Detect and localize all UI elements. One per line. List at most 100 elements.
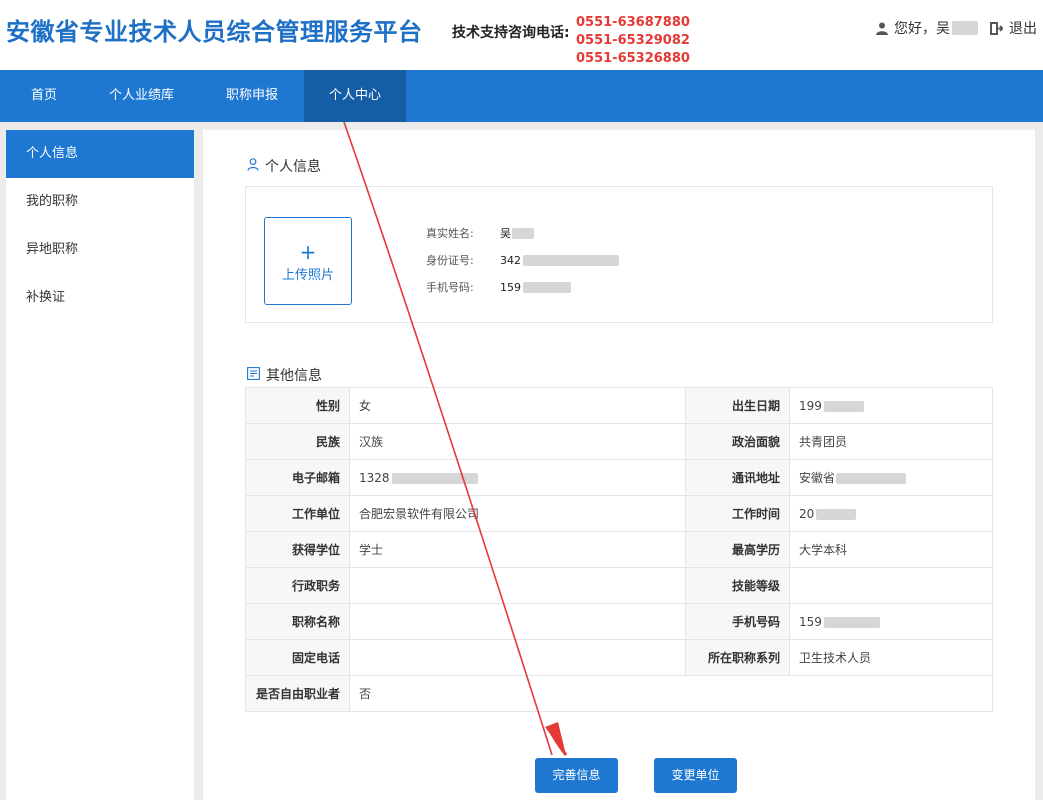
- phone-number: 0551-65326880: [576, 51, 690, 66]
- nav-home[interactable]: 首页: [0, 70, 83, 122]
- support-label: 技术支持咨询电话:: [452, 25, 570, 41]
- field-value: 20: [799, 506, 815, 521]
- field-value-cell: 安徽省: [789, 459, 993, 496]
- upload-photo-button[interactable]: + 上传照片: [264, 217, 352, 305]
- field-value: [349, 603, 686, 640]
- field-label: 手机号码:: [426, 281, 474, 294]
- field-label: 手机号码: [685, 603, 790, 640]
- other-info-header: 其他信息: [247, 365, 322, 385]
- field-value: 否: [349, 675, 993, 712]
- personal-info-header: 个人信息: [247, 156, 321, 176]
- field-value: 合肥宏景软件有限公司: [349, 495, 686, 532]
- site-title: 安徽省专业技术人员综合管理服务平台: [6, 18, 423, 46]
- person-icon: [247, 157, 259, 175]
- field-label: 政治面貌: [685, 423, 790, 460]
- nav-title-application[interactable]: 职称申报: [200, 70, 304, 122]
- nav-performance[interactable]: 个人业绩库: [83, 70, 200, 122]
- field-label: 获得学位: [245, 531, 350, 568]
- phone-number: 0551-63687880: [576, 15, 690, 30]
- document-icon: [247, 366, 260, 384]
- sidebar: 个人信息 我的职称 异地职称 补换证: [6, 130, 194, 800]
- field-value-cell: 199: [789, 387, 993, 424]
- change-unit-button[interactable]: 变更单位: [654, 758, 737, 793]
- field-value-cell: 20: [789, 495, 993, 532]
- field-label: 民族: [245, 423, 350, 460]
- redacted-value: [523, 254, 619, 266]
- table-row: 获得学位 学士 最高学历 大学本科: [245, 531, 993, 568]
- field-id-number: 身份证号: 342: [426, 252, 619, 268]
- table-row: 民族 汉族 政治面貌 共青团员: [245, 423, 993, 460]
- upload-photo-label: 上传照片: [281, 268, 334, 283]
- redacted-value: [816, 508, 857, 520]
- field-value: 安徽省: [799, 471, 836, 485]
- field-label: 最高学历: [685, 531, 790, 568]
- field-label: 电子邮箱: [245, 459, 350, 496]
- table-row: 性别 女 出生日期 199: [245, 387, 993, 424]
- sidebar-item-reissue-certificate[interactable]: 补换证: [6, 274, 194, 322]
- field-label: 固定电话: [245, 639, 350, 676]
- field-value: 吴: [500, 227, 511, 240]
- header: 安徽省专业技术人员综合管理服务平台 技术支持咨询电话: 0551-6368788…: [0, 0, 1043, 84]
- table-row: 职称名称 手机号码 159: [245, 603, 993, 640]
- field-label: 行政职务: [245, 567, 350, 604]
- sidebar-item-my-titles[interactable]: 我的职称: [6, 178, 194, 226]
- field-label: 出生日期: [685, 387, 790, 424]
- field-value: 汉族: [349, 423, 686, 460]
- table-row: 工作单位 合肥宏景软件有限公司 工作时间 20: [245, 495, 993, 532]
- field-real-name: 真实姓名: 吴: [426, 225, 534, 241]
- field-label: 身份证号:: [426, 254, 474, 267]
- section-title: 个人信息: [265, 159, 321, 175]
- field-label: 所在职称系列: [685, 639, 790, 676]
- field-label: 工作时间: [685, 495, 790, 532]
- redacted-value: [823, 400, 864, 412]
- sidebar-item-remote-titles[interactable]: 异地职称: [6, 226, 194, 274]
- logout-icon[interactable]: [990, 21, 1003, 35]
- field-label: 职称名称: [245, 603, 350, 640]
- field-value: 199: [799, 398, 822, 413]
- field-value: 共青团员: [789, 423, 993, 460]
- user-area: 您好，吴 退出: [876, 18, 1037, 38]
- user-greeting: 您好，吴: [894, 21, 950, 37]
- table-row: 固定电话 所在职称系列 卫生技术人员: [245, 639, 993, 676]
- redacted-value: [823, 616, 880, 628]
- table-row: 行政职务 技能等级: [245, 567, 993, 604]
- field-value: 卫生技术人员: [789, 639, 993, 676]
- field-value-cell: 159: [789, 603, 993, 640]
- field-value: 159: [799, 614, 822, 629]
- section-title: 其他信息: [266, 368, 322, 384]
- plus-icon: +: [299, 240, 317, 264]
- field-label: 是否自由职业者: [245, 675, 350, 712]
- field-value: 1328: [359, 470, 390, 485]
- redacted-name: [952, 21, 978, 35]
- logout-link[interactable]: 退出: [1009, 18, 1037, 38]
- redacted-value: [391, 472, 478, 484]
- phone-number: 0551-65329082: [576, 33, 690, 48]
- field-label: 技能等级: [685, 567, 790, 604]
- field-value: 159: [500, 280, 521, 294]
- main-panel: 个人信息 + 上传照片 真实姓名: 吴 身份证号: 342 手机号码: 159 …: [203, 130, 1035, 800]
- field-value: 女: [349, 387, 686, 424]
- table-row: 是否自由职业者 否: [245, 675, 993, 712]
- field-mobile: 手机号码: 159: [426, 279, 571, 295]
- nav-personal-center[interactable]: 个人中心: [304, 70, 407, 122]
- redacted-value: [512, 227, 534, 239]
- sidebar-item-personal-info[interactable]: 个人信息: [6, 130, 194, 178]
- field-value: 大学本科: [789, 531, 993, 568]
- field-value: [349, 567, 686, 604]
- field-value: [789, 567, 993, 604]
- field-label: 通讯地址: [685, 459, 790, 496]
- field-value: 学士: [349, 531, 686, 568]
- complete-info-button[interactable]: 完善信息: [535, 758, 618, 793]
- field-value: [349, 639, 686, 676]
- other-info-table: 性别 女 出生日期 199 民族 汉族 政治面貌 共青团员 电子邮箱 1328 …: [245, 387, 993, 712]
- redacted-value: [836, 473, 907, 484]
- table-row: 电子邮箱 1328 通讯地址 安徽省: [245, 459, 993, 496]
- main-nav: 首页 个人业绩库 职称申报 个人中心: [0, 70, 1043, 122]
- redacted-value: [523, 281, 571, 293]
- field-label: 工作单位: [245, 495, 350, 532]
- field-value-cell: 1328: [349, 459, 686, 496]
- user-icon: [876, 22, 888, 35]
- field-label: 真实姓名:: [426, 227, 474, 240]
- personal-info-card: + 上传照片 真实姓名: 吴 身份证号: 342 手机号码: 159: [245, 186, 993, 323]
- field-value: 342: [500, 253, 521, 267]
